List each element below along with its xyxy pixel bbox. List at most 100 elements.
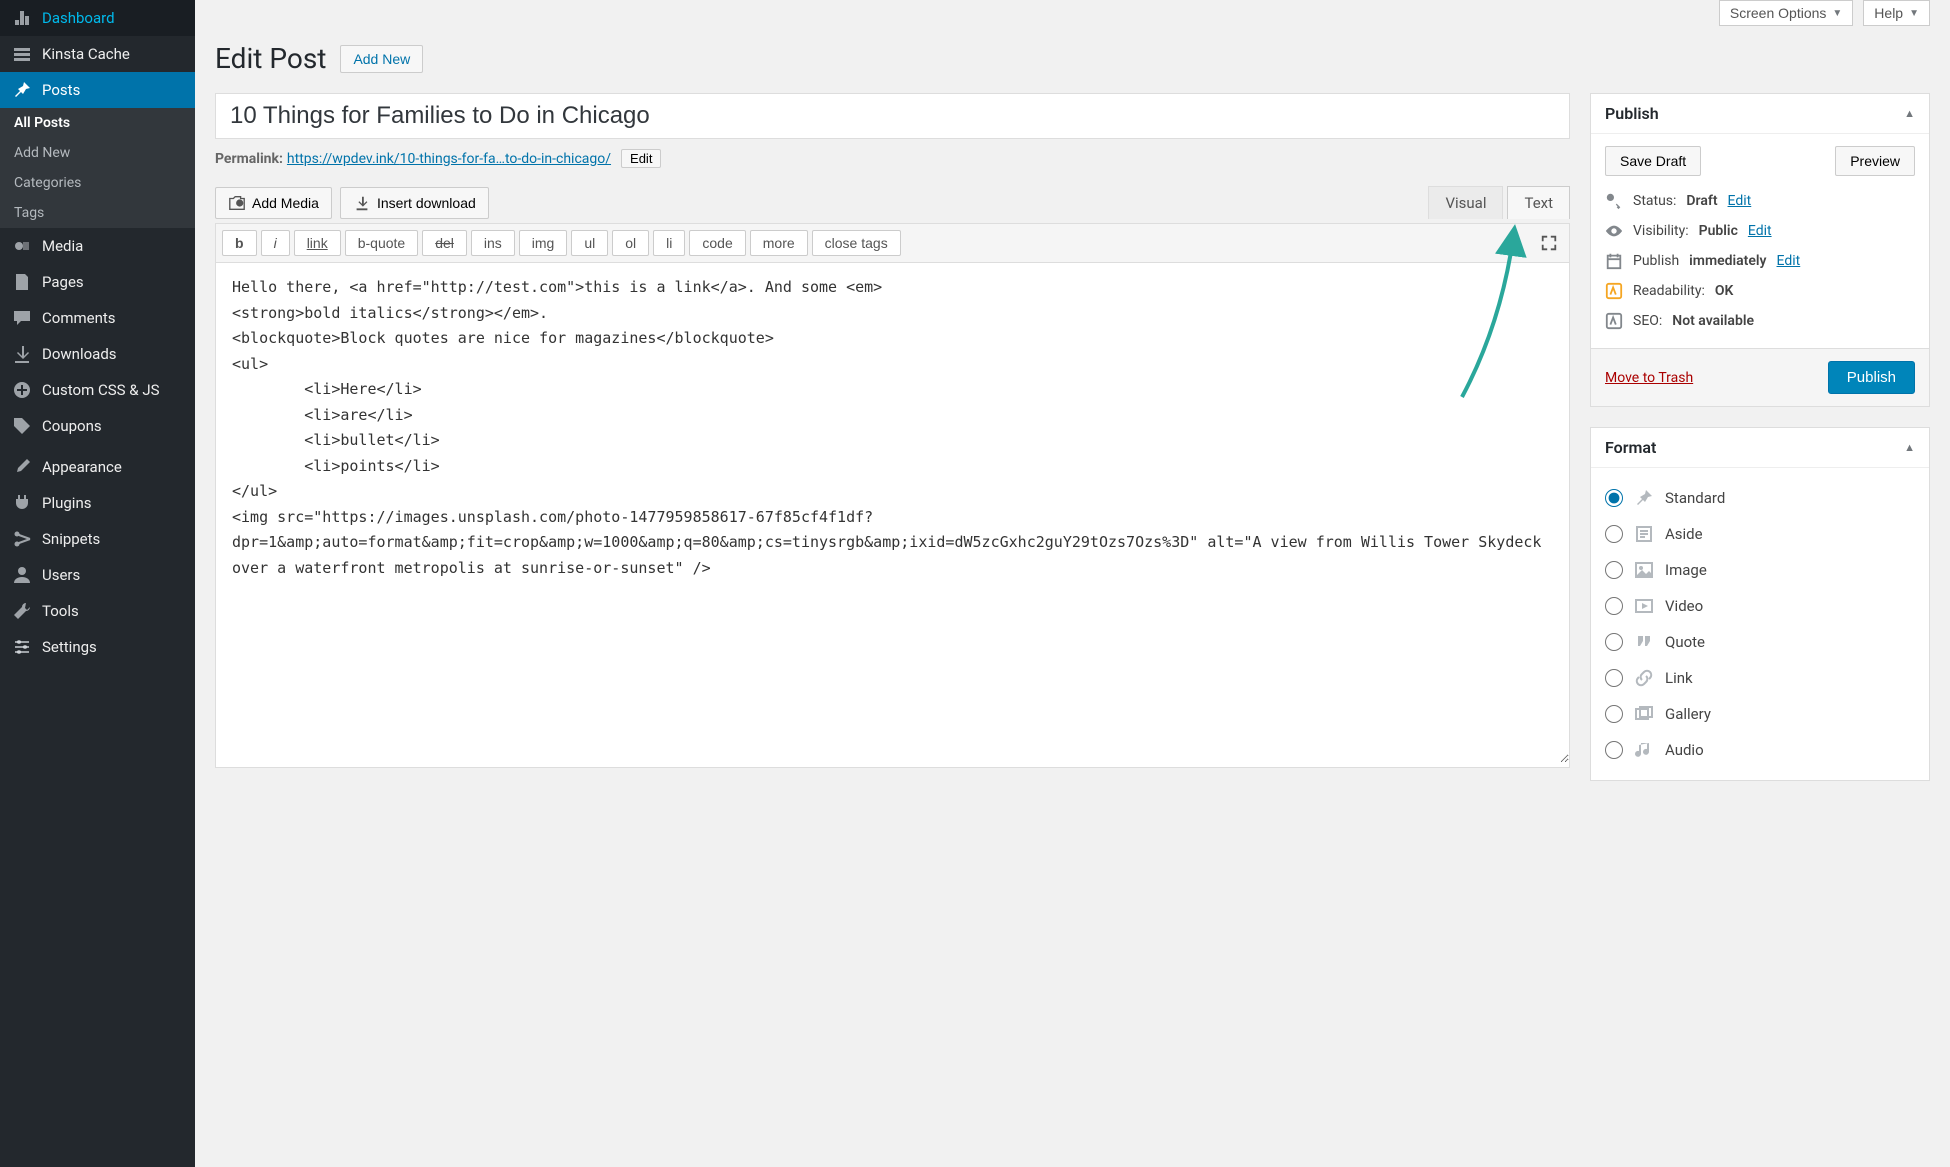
video-icon [1633, 595, 1655, 617]
sidebar-item-settings[interactable]: Settings [0, 629, 195, 665]
format-gallery[interactable]: Gallery [1605, 696, 1915, 732]
sidebar-item-snippets[interactable]: Snippets [0, 521, 195, 557]
qt-ins[interactable]: ins [471, 230, 515, 256]
sidebar-item-tools[interactable]: Tools [0, 593, 195, 629]
qt-ul[interactable]: ul [571, 230, 608, 256]
submenu-add-new[interactable]: Add New [0, 138, 195, 168]
sidebar-item-label: Settings [42, 638, 97, 656]
sidebar-item-pages[interactable]: Pages [0, 264, 195, 300]
move-to-trash-link[interactable]: Move to Trash [1605, 370, 1693, 386]
qt-code[interactable]: code [689, 230, 745, 256]
wrench-icon [12, 601, 32, 621]
sidebar-item-label: Users [42, 566, 80, 584]
sidebar-item-label: Appearance [42, 458, 122, 476]
publish-button[interactable]: Publish [1828, 361, 1915, 394]
qt-li[interactable]: li [653, 230, 685, 256]
pushpin-icon [12, 80, 32, 100]
sidebar-item-comments[interactable]: Comments [0, 300, 195, 336]
permalink-edit-button[interactable]: Edit [621, 149, 661, 168]
qt-close-tags[interactable]: close tags [812, 230, 901, 256]
visibility-edit-link[interactable]: Edit [1748, 223, 1772, 239]
pages-icon [12, 272, 32, 292]
post-content-textarea[interactable] [216, 263, 1569, 763]
qt-img[interactable]: img [519, 230, 568, 256]
editor-tab-visual[interactable]: Visual [1428, 186, 1503, 219]
format-radio[interactable] [1605, 597, 1623, 615]
format-link[interactable]: Link [1605, 660, 1915, 696]
sidebar-item-posts[interactable]: Posts [0, 72, 195, 108]
sidebar-item-label: Custom CSS & JS [42, 381, 160, 399]
publish-edit-link[interactable]: Edit [1777, 253, 1801, 269]
editor-tab-text[interactable]: Text [1507, 186, 1570, 219]
format-audio[interactable]: Audio [1605, 732, 1915, 768]
submenu-categories[interactable]: Categories [0, 168, 195, 198]
add-new-button[interactable]: Add New [340, 45, 423, 73]
admin-sidebar: Dashboard Kinsta Cache Posts All Posts A… [0, 0, 195, 1167]
sidebar-item-kinsta-cache[interactable]: Kinsta Cache [0, 36, 195, 72]
camera-icon [228, 194, 246, 212]
sidebar-item-label: Snippets [42, 530, 100, 548]
screen-options-button[interactable]: Screen Options▼ [1719, 0, 1853, 26]
status-edit-link[interactable]: Edit [1728, 193, 1752, 209]
format-radio[interactable] [1605, 561, 1623, 579]
format-quote[interactable]: Quote [1605, 624, 1915, 660]
seo-value: Not available [1672, 313, 1754, 329]
submenu-tags[interactable]: Tags [0, 198, 195, 228]
qt-del[interactable]: del [422, 230, 467, 256]
sidebar-item-appearance[interactable]: Appearance [0, 449, 195, 485]
permalink-link[interactable]: https://wpdev.ink/10-things-for-fa…to-do… [287, 151, 611, 167]
sidebar-item-label: Coupons [42, 417, 102, 435]
sidebar-item-label: Comments [42, 309, 116, 327]
sidebar-item-dashboard[interactable]: Dashboard [0, 0, 195, 36]
fullscreen-icon [1540, 234, 1558, 252]
pushpin-icon [1633, 487, 1655, 509]
insert-download-button[interactable]: Insert download [340, 187, 489, 219]
format-standard[interactable]: Standard [1605, 480, 1915, 516]
toggle-icon[interactable]: ▲ [1904, 107, 1915, 120]
sidebar-item-label: Plugins [42, 494, 91, 512]
post-title-input[interactable] [215, 93, 1570, 139]
format-radio[interactable] [1605, 705, 1623, 723]
qt-more[interactable]: more [750, 230, 808, 256]
submenu-all-posts[interactable]: All Posts [0, 108, 195, 138]
sidebar-item-label: Downloads [42, 345, 117, 363]
main-content: Screen Options▼ Help▼ Edit Post Add New … [195, 0, 1950, 1167]
help-button[interactable]: Help▼ [1863, 0, 1930, 26]
sidebar-item-label: Media [42, 237, 83, 255]
qt-ol[interactable]: ol [612, 230, 649, 256]
format-radio[interactable] [1605, 525, 1623, 543]
format-radio[interactable] [1605, 489, 1623, 507]
visibility-value: Public [1699, 223, 1738, 239]
link-icon [1633, 667, 1655, 689]
add-media-button[interactable]: Add Media [215, 187, 332, 219]
fullscreen-button[interactable] [1535, 230, 1563, 256]
status-label: Status: [1633, 193, 1676, 209]
posts-submenu: All Posts Add New Categories Tags [0, 108, 195, 228]
format-video[interactable]: Video [1605, 588, 1915, 624]
preview-button[interactable]: Preview [1835, 146, 1915, 176]
toggle-icon[interactable]: ▲ [1904, 441, 1915, 454]
plug-icon [12, 493, 32, 513]
qt-italic[interactable]: i [261, 230, 290, 256]
brush-icon [12, 457, 32, 477]
downloads-icon [12, 344, 32, 364]
qt-bold[interactable]: b [222, 230, 257, 256]
sidebar-item-plugins[interactable]: Plugins [0, 485, 195, 521]
calendar-icon [1605, 252, 1623, 270]
format-image[interactable]: Image [1605, 552, 1915, 588]
format-radio[interactable] [1605, 669, 1623, 687]
sidebar-item-label: Pages [42, 273, 84, 291]
qt-link[interactable]: link [294, 230, 341, 256]
format-radio[interactable] [1605, 741, 1623, 759]
qt-blockquote[interactable]: b-quote [345, 230, 418, 256]
save-draft-button[interactable]: Save Draft [1605, 146, 1701, 176]
sidebar-item-custom-css-js[interactable]: Custom CSS & JS [0, 372, 195, 408]
format-aside[interactable]: Aside [1605, 516, 1915, 552]
sidebar-item-downloads[interactable]: Downloads [0, 336, 195, 372]
tag-icon [12, 416, 32, 436]
sidebar-item-users[interactable]: Users [0, 557, 195, 593]
sidebar-item-coupons[interactable]: Coupons [0, 408, 195, 444]
sidebar-item-media[interactable]: Media [0, 228, 195, 264]
format-radio[interactable] [1605, 633, 1623, 651]
sliders-icon [12, 637, 32, 657]
